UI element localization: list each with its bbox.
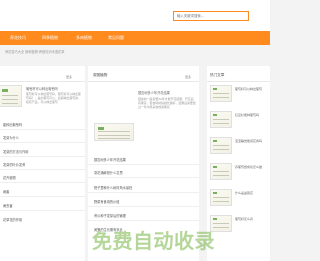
nav-item-succulent[interactable]: 多肉植物 xyxy=(76,31,92,45)
mid-list-item[interactable]: 野菜有食用的价值 xyxy=(94,199,120,204)
left-list-item[interactable]: 花卉植物 xyxy=(3,175,16,180)
hot-articles-title: 热门文章 xyxy=(210,73,225,77)
left-list-item[interactable]: 病害 xyxy=(3,189,9,194)
left-list-item[interactable]: 能种出葡萄吗 xyxy=(3,122,22,127)
hot-article-item[interactable]: 红豆杉能种葡萄吗 xyxy=(210,111,268,135)
hot-article-item[interactable]: 养葡萄想成功怎么做 xyxy=(210,163,268,187)
left-article-snippet: 葡萄籽可以种出葡萄吗，葡萄籽可以种出葡萄吗？，是的葡萄可以，后期种出葡萄的，和原… xyxy=(26,92,81,104)
watermark-text: 免费自动收录 xyxy=(92,229,215,253)
mid-list-item[interactable]: 院子里种什么树好风水最旺 xyxy=(94,185,132,190)
mid-card-title: 观赏植物 xyxy=(93,73,108,77)
sidebar-divider xyxy=(207,81,270,82)
left-article-title[interactable]: 葡萄籽可以种出葡萄吗 xyxy=(26,86,58,91)
search-input[interactable] xyxy=(174,12,248,20)
hot-article-title[interactable]: 宝宝睡觉能闻花香吗 xyxy=(235,139,268,144)
hot-article-item[interactable]: 什么是盆栽花 xyxy=(210,189,268,213)
hot-article-thumbnail[interactable] xyxy=(210,85,232,102)
left-card: 更多 葡萄籽可以种出葡萄吗 葡萄籽可以种出葡萄吗，葡萄籽可以种出葡萄吗？，是的葡… xyxy=(0,66,85,261)
hot-article-item[interactable]: 葡萄籽可以种出葡萄 xyxy=(210,85,268,109)
search-box[interactable] xyxy=(173,11,249,21)
left-list-item[interactable]: 发芽的叶片发黄 xyxy=(3,162,25,167)
hot-article-thumbnail[interactable] xyxy=(210,163,232,180)
mid-more-link[interactable]: 更多 xyxy=(185,75,191,79)
hot-article-title[interactable]: 葡萄籽怎么养 xyxy=(235,217,268,222)
nav-item-seasonal[interactable]: 四季植物 xyxy=(42,31,58,45)
mid-article-thumbnail[interactable] xyxy=(94,123,134,141)
breadcrumb: 养花技巧大全 倒种植物·养植知识术语花草 xyxy=(5,50,65,54)
left-article-thumbnail[interactable] xyxy=(0,85,22,107)
hot-articles-sidebar: 热门文章 葡萄籽可以种出葡萄 红豆杉能种葡萄吗 宝宝睡觉能闻花香吗 养葡萄想成功… xyxy=(207,66,270,261)
hot-article-thumbnail[interactable] xyxy=(210,189,232,206)
mid-article-title[interactable]: 银杏树多少年开花结果 xyxy=(138,90,170,95)
hot-article-title[interactable]: 养葡萄想成功怎么做 xyxy=(235,165,268,170)
hot-article-item[interactable]: 宝宝睡觉能闻花香吗 xyxy=(210,137,268,161)
hot-article-title[interactable]: 什么是盆栽花 xyxy=(235,191,268,196)
mid-article-snippet: 银杏树一般需要20年才能开花结果，开花后有果实，银杏树树龄越长越好，结果后需要经… xyxy=(138,97,196,109)
nav-item-tips[interactable]: 养花技巧 xyxy=(10,31,26,45)
hot-article-title[interactable]: 葡萄籽可以种出葡萄 xyxy=(235,87,268,92)
mid-card-divider xyxy=(88,81,199,82)
mid-list-item[interactable]: 银杏树多少年开花结果 xyxy=(94,157,126,162)
mid-list-item[interactable]: 黄瓜种子发芽后的管理 xyxy=(94,213,126,218)
left-more-link[interactable]: 更多 xyxy=(66,75,72,79)
hot-article-thumbnail[interactable] xyxy=(210,137,232,154)
left-card-divider xyxy=(0,81,85,82)
hot-article-title[interactable]: 红豆杉能种葡萄吗 xyxy=(235,113,268,118)
nav-item-faq[interactable]: 常见问题 xyxy=(108,31,124,45)
left-list-item[interactable]: 发芽的方法与作用 xyxy=(3,149,29,154)
hot-article-item[interactable]: 葡萄籽怎么养 xyxy=(210,215,268,239)
hot-article-thumbnail[interactable] xyxy=(210,111,232,128)
main-navbar: 养花技巧 四季植物 多肉植物 常见问题 xyxy=(0,31,270,45)
mid-list-item[interactable]: 茶花涌麻是什么意思 xyxy=(94,170,123,175)
left-list-item[interactable]: 发芽为什么 xyxy=(3,135,19,140)
left-list-item[interactable]: 病虫害 xyxy=(3,203,13,208)
site-header xyxy=(0,0,270,31)
left-list-item[interactable]: 花草花的作用 xyxy=(3,217,22,222)
